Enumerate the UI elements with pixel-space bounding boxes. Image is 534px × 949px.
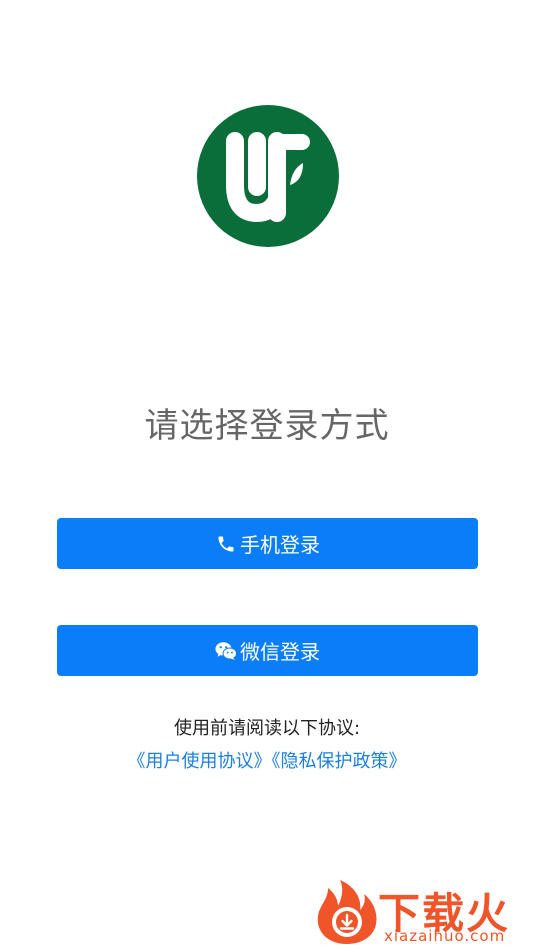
phone-login-label: 手机登录 [240, 533, 320, 557]
wechat-icon [215, 640, 237, 662]
user-agreement-link[interactable]: 《用户使用协议》 [128, 751, 272, 772]
flame-download-icon [317, 880, 377, 944]
page-title: 请选择登录方式 [144, 406, 390, 446]
agreement-links: 《用户使用协议》《隐私保护政策》 [0, 747, 534, 773]
app-logo [197, 105, 339, 247]
wechat-login-label: 微信登录 [240, 640, 320, 664]
agreement-prompt: 使用前请阅读以下协议: [173, 718, 361, 739]
phone-login-button[interactable]: 手机登录 [57, 518, 478, 569]
privacy-policy-link[interactable]: 《隐私保护政策》 [272, 751, 407, 772]
uf-logo-icon [197, 105, 339, 247]
watermark-url: xiazaihuo.com [384, 927, 506, 945]
wechat-login-button[interactable]: 微信登录 [57, 625, 478, 676]
watermark: 下载火 xiazaihuo.com [314, 878, 530, 946]
phone-icon [215, 533, 237, 555]
